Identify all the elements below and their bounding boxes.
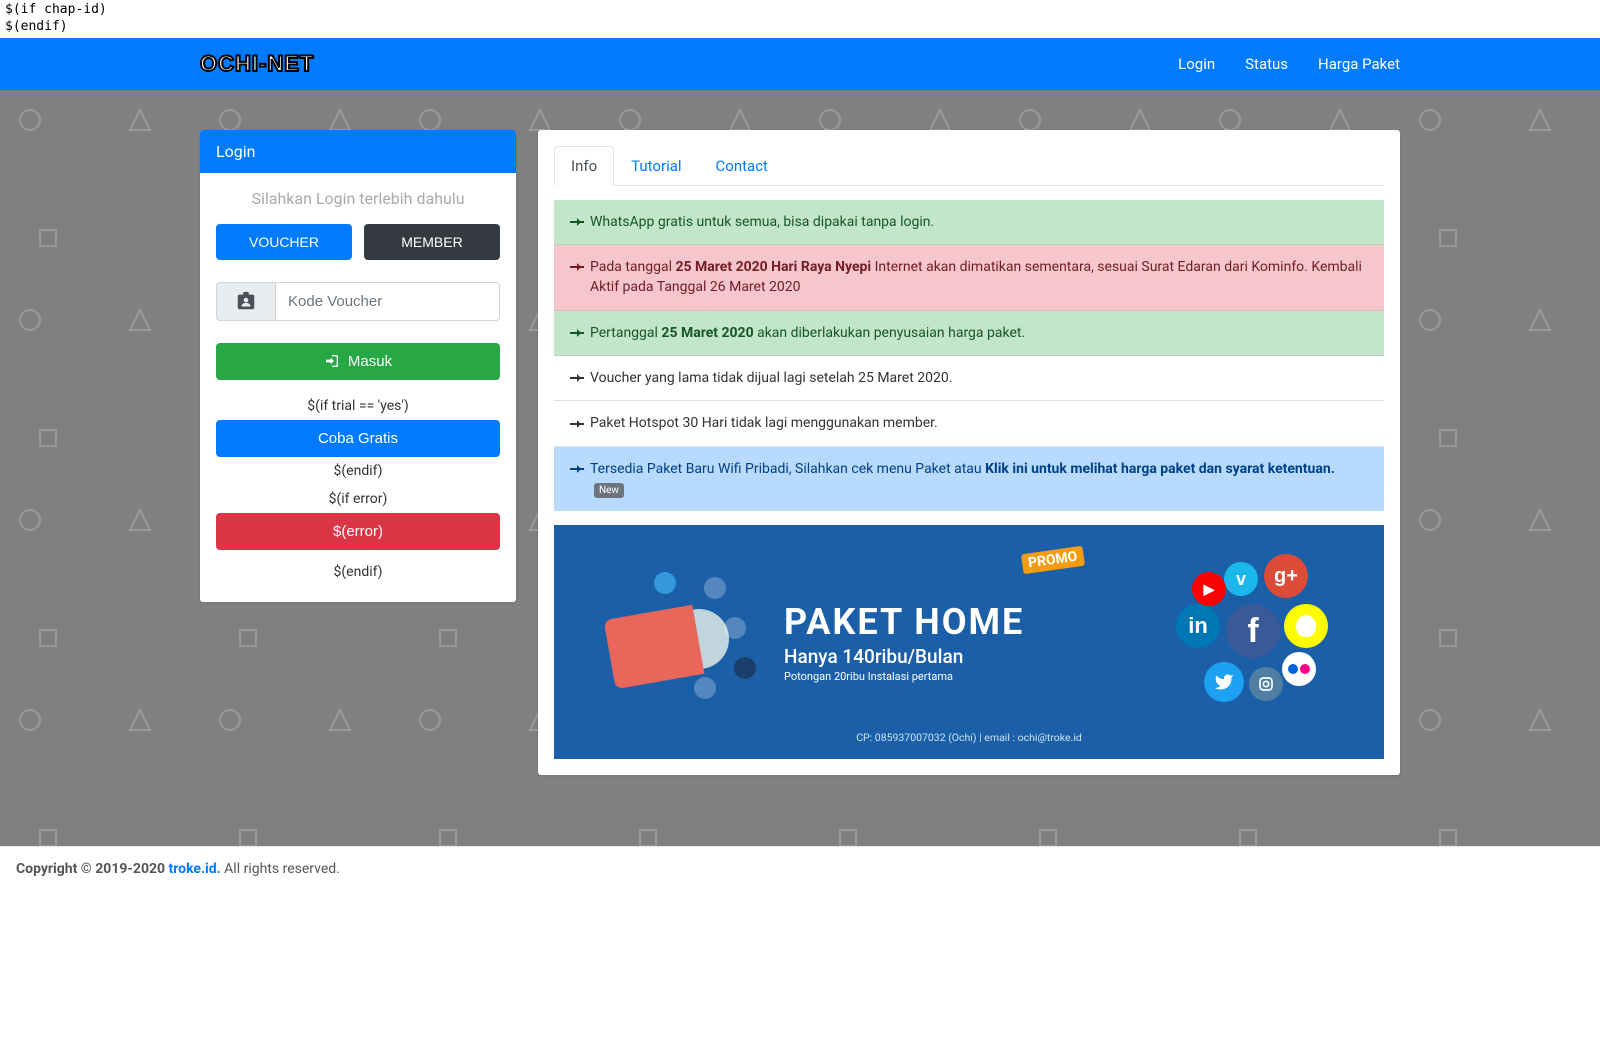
arrow-right-icon xyxy=(570,259,584,275)
twitter-icon xyxy=(1204,662,1244,702)
footer-link[interactable]: troke.id. xyxy=(169,861,221,877)
banner-footer: CP: 085937007032 (Ochi) | email : ochi@t… xyxy=(554,731,1384,744)
error-condition-text: $(if error) xyxy=(216,485,500,513)
nav-harga[interactable]: Harga Paket xyxy=(1318,55,1400,73)
endif-text-2: $(endif) xyxy=(216,558,500,586)
arrow-right-icon xyxy=(570,214,584,230)
promo-badge: PROMO xyxy=(1022,550,1084,570)
login-type-group: VOUCHER MEMBER xyxy=(216,224,500,260)
tab-tutorial[interactable]: Tutorial xyxy=(614,146,698,186)
trial-condition-text: $(if trial == 'yes') xyxy=(216,392,500,420)
banner-subtitle2: Potongan 20ribu Instalasi pertama xyxy=(784,670,1164,683)
social-icons: f in v g+ ▶ xyxy=(1164,552,1344,732)
nav-links: Login Status Harga Paket xyxy=(1178,55,1400,73)
linkedin-icon: in xyxy=(1176,604,1220,648)
tab-info[interactable]: Info xyxy=(554,146,614,186)
nav-status[interactable]: Status xyxy=(1245,55,1288,73)
arrow-right-icon xyxy=(570,370,584,386)
tab-contact[interactable]: Contact xyxy=(699,146,785,186)
arrow-right-icon xyxy=(570,461,584,477)
snapchat-icon xyxy=(1284,604,1328,648)
youtube-icon: ▶ xyxy=(1192,572,1226,606)
arrow-right-icon xyxy=(570,325,584,341)
main-content: Login Silahkan Login terlebih dahulu VOU… xyxy=(0,90,1600,846)
error-button[interactable]: $(error) xyxy=(216,513,500,550)
header-bar: OCHI-NET Login Status Harga Paket xyxy=(0,38,1600,90)
banner-title: PAKET HOME xyxy=(784,601,1164,643)
vimeo-icon: v xyxy=(1224,562,1258,596)
id-badge-icon xyxy=(216,282,275,321)
voucher-input[interactable] xyxy=(275,282,500,321)
login-panel-header: Login xyxy=(200,130,516,173)
sign-in-icon xyxy=(324,353,340,369)
facebook-icon: f xyxy=(1226,604,1280,658)
list-item: Voucher yang lama tidak dijual lagi sete… xyxy=(554,356,1384,401)
arrow-right-icon xyxy=(570,415,584,431)
member-button[interactable]: MEMBER xyxy=(364,224,500,260)
template-placeholder-top: $(if chap-id) $(endif) xyxy=(0,0,1600,38)
voucher-input-group xyxy=(216,282,500,321)
masuk-button[interactable]: Masuk xyxy=(216,343,500,380)
info-list: WhatsApp gratis untuk semua, bisa dipaka… xyxy=(554,200,1384,511)
endif-text-1: $(endif) xyxy=(216,457,500,485)
banner-graphic xyxy=(594,557,764,727)
banner-subtitle: Hanya 140ribu/Bulan xyxy=(784,645,1164,668)
promo-banner[interactable]: PROMO PAKET HOME Hanya 140ribu/Bulan Pot… xyxy=(554,525,1384,759)
flickr-icon xyxy=(1282,652,1316,686)
list-item: Paket Hotspot 30 Hari tidak lagi menggun… xyxy=(554,401,1384,446)
voucher-button[interactable]: VOUCHER xyxy=(216,224,352,260)
login-prompt: Silahkan Login terlebih dahulu xyxy=(216,189,500,208)
coba-gratis-button[interactable]: Coba Gratis xyxy=(216,420,500,457)
list-item: Pertanggal 25 Maret 2020 akan diberlakuk… xyxy=(554,311,1384,356)
googleplus-icon: g+ xyxy=(1264,554,1308,598)
banner-text: PROMO PAKET HOME Hanya 140ribu/Bulan Pot… xyxy=(764,601,1164,683)
instagram-icon xyxy=(1249,667,1283,701)
tab-bar: Info Tutorial Contact xyxy=(554,146,1384,186)
list-item: Pada tanggal 25 Maret 2020 Hari Raya Nye… xyxy=(554,245,1384,311)
list-item[interactable]: Tersedia Paket Baru Wifi Pribadi, Silahk… xyxy=(554,447,1384,512)
page-footer: Copyright © 2019-2020 troke.id. All righ… xyxy=(0,846,1600,891)
login-panel: Login Silahkan Login terlebih dahulu VOU… xyxy=(200,130,516,602)
logo: OCHI-NET xyxy=(200,51,314,77)
nav-login[interactable]: Login xyxy=(1178,55,1215,73)
list-item: WhatsApp gratis untuk semua, bisa dipaka… xyxy=(554,200,1384,245)
content-panel: Info Tutorial Contact WhatsApp gratis un… xyxy=(538,130,1400,775)
